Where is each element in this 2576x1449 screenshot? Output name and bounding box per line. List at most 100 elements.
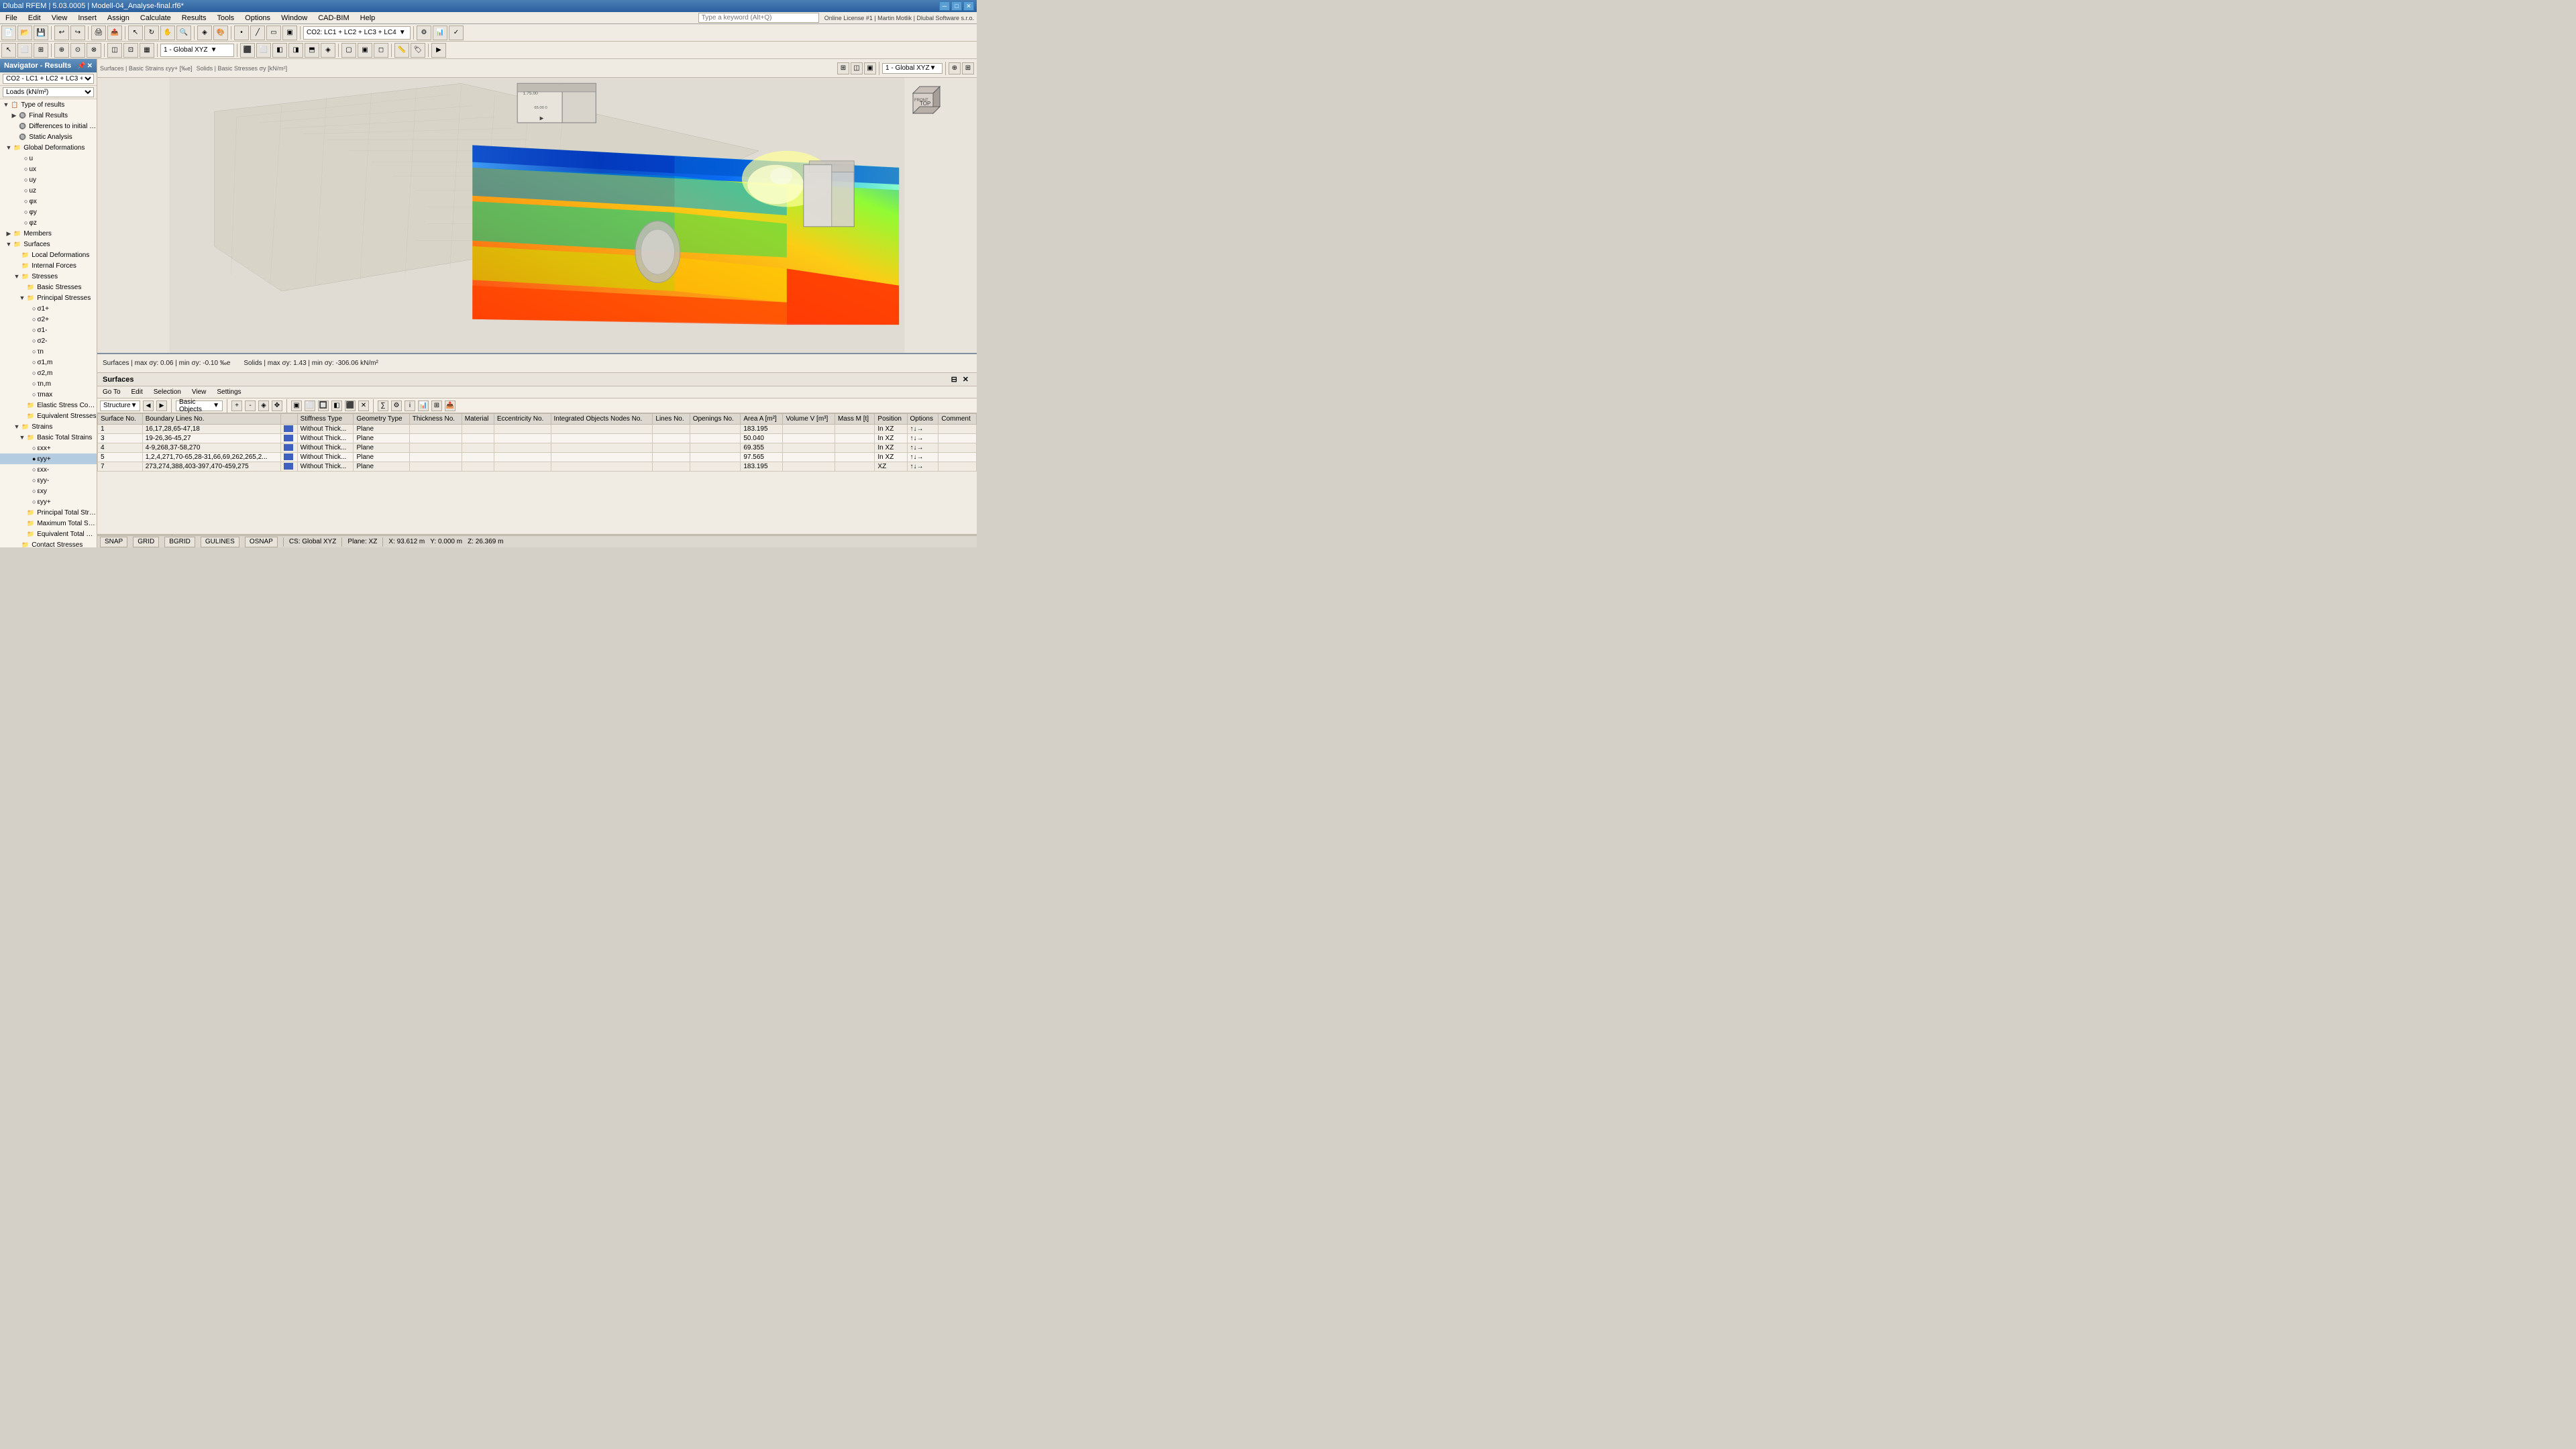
nav-radio-s1mm[interactable]: ○ xyxy=(32,359,36,366)
nav-radio-ux[interactable]: ○ xyxy=(24,166,28,172)
surf-tb-delete[interactable]: - xyxy=(245,400,256,411)
tb-cross-select[interactable]: ⊞ xyxy=(34,43,48,58)
nav-radio-exx-minus[interactable]: ○ xyxy=(32,466,36,473)
surf-tb-copy[interactable]: ◈ xyxy=(258,400,269,411)
surf-tb-export[interactable]: 📤 xyxy=(445,400,455,411)
nav-item-equiv-stresses[interactable]: 📁 Equivalent Stresses xyxy=(0,411,97,421)
maximize-button[interactable]: □ xyxy=(951,1,962,11)
surf-tb-icon6[interactable]: ✕ xyxy=(358,400,369,411)
nav-item-max-total[interactable]: 📁 Maximum Total Strains xyxy=(0,518,97,529)
surf-tb-icon2[interactable]: ⬜ xyxy=(305,400,315,411)
nav-radio-tmax[interactable]: ○ xyxy=(32,391,36,398)
tb-snap3[interactable]: ⊗ xyxy=(87,43,101,58)
surf-menu-view[interactable]: View xyxy=(189,388,209,396)
surf-tb-icon3[interactable]: 🔲 xyxy=(318,400,329,411)
nav-item-principal-total[interactable]: 📁 Principal Total Strains xyxy=(0,507,97,518)
nav-item-eyy-plus2[interactable]: ○ εyy+ xyxy=(0,496,97,507)
nav-item-basic-total-strains[interactable]: ▼ 📁 Basic Total Strains xyxy=(0,432,97,443)
nav-item-principal-stresses[interactable]: ▼ 📁 Principal Stresses xyxy=(0,292,97,303)
surf-tb-info[interactable]: i xyxy=(405,400,415,411)
tb-pan[interactable]: ✋ xyxy=(160,25,175,40)
tb-results[interactable]: 📊 xyxy=(433,25,447,40)
tb-redo[interactable]: ↪ xyxy=(70,25,85,40)
tb-iso[interactable]: ◈ xyxy=(321,43,335,58)
nav-radio-s2m[interactable]: ○ xyxy=(32,337,36,344)
surf-tb-right[interactable]: ▶ xyxy=(156,400,167,411)
nav-item-tn[interactable]: ○ τn xyxy=(0,346,97,357)
tb-check[interactable]: ✓ xyxy=(449,25,464,40)
tb-label[interactable]: 🏷 xyxy=(411,43,425,58)
menu-cadbim[interactable]: CAD-BIM xyxy=(315,14,352,22)
nav-item-surfaces[interactable]: ▼ 📁 Surfaces xyxy=(0,239,97,250)
nav-item-s2m[interactable]: ○ σ2- xyxy=(0,335,97,346)
surf-menu-edit[interactable]: Edit xyxy=(129,388,146,396)
tb-calc[interactable]: ⚙ xyxy=(417,25,431,40)
tb-transp[interactable]: ◻ xyxy=(374,43,388,58)
nav-item-exx-minus[interactable]: ○ εxx- xyxy=(0,464,97,475)
nav-item-exy[interactable]: ○ εxy xyxy=(0,486,97,496)
nav-item-pz[interactable]: ○ φz xyxy=(0,217,97,228)
nav-item-internal-forces[interactable]: 📁 Internal Forces xyxy=(0,260,97,271)
tb-display3[interactable]: ▦ xyxy=(140,43,154,58)
nav-item-elastic-comp[interactable]: 📁 Elastic Stress Components xyxy=(0,400,97,411)
surfaces-table-container[interactable]: Surface No. Boundary Lines No. Stiffness… xyxy=(97,413,977,534)
tb-window-select[interactable]: ⬜ xyxy=(17,43,32,58)
nav-item-uy[interactable]: ○ uy xyxy=(0,174,97,185)
nav-item-final-results[interactable]: ▶ 🔘 Final Results xyxy=(0,110,97,121)
nav-radio-tnm[interactable]: ○ xyxy=(32,380,36,387)
tb-measure[interactable]: 📏 xyxy=(394,43,409,58)
surf-tb-icon1[interactable]: ▣ xyxy=(291,400,302,411)
tb-print[interactable]: 🖨 xyxy=(91,25,106,40)
nav-item-ux[interactable]: ○ ux xyxy=(0,164,97,174)
surf-tb-icon4[interactable]: ◧ xyxy=(331,400,342,411)
surf-tb-table[interactable]: ⊞ xyxy=(431,400,442,411)
viewport-3d[interactable]: Surfaces | Basic Strains εyy+ [‰e] Solid… xyxy=(97,59,977,353)
nav-item-strains[interactable]: ▼ 📁 Strains xyxy=(0,421,97,432)
tb-node[interactable]: • xyxy=(234,25,249,40)
surf-tb-section[interactable]: ∑ xyxy=(378,400,388,411)
surf-menu-selection[interactable]: Selection xyxy=(151,388,184,396)
loadcase-dropdown[interactable]: CO2: LC1 + LC2 + LC3 + LC4 ▼ xyxy=(303,26,411,40)
nav-radio-py[interactable]: ○ xyxy=(24,209,28,215)
nav-pin-icon[interactable]: 📌 xyxy=(77,62,85,70)
view-dropdown[interactable]: 1 - Global XYZ ▼ xyxy=(160,44,234,57)
vp-view-dropdown[interactable]: 1 - Global XYZ▼ xyxy=(882,63,943,74)
nav-item-px[interactable]: ○ φx xyxy=(0,196,97,207)
tb-display1[interactable]: ◫ xyxy=(107,43,122,58)
nav-item-uz[interactable]: ○ uz xyxy=(0,185,97,196)
structure-dropdown[interactable]: Structure ▼ xyxy=(100,400,140,411)
tb-solid2[interactable]: ▣ xyxy=(358,43,372,58)
nav-radio-s2mm[interactable]: ○ xyxy=(32,370,36,376)
nav-item-contact-stresses[interactable]: 📁 Contact Stresses xyxy=(0,539,97,547)
tb-left[interactable]: ◧ xyxy=(272,43,287,58)
nav-radio-pz[interactable]: ○ xyxy=(24,219,28,226)
nav-radio-s1p[interactable]: ○ xyxy=(32,305,36,312)
nav-item-exx-plus[interactable]: ○ εxx+ xyxy=(0,443,97,453)
nav-item-s1m[interactable]: ○ σ1- xyxy=(0,325,97,335)
snap-btn[interactable]: SNAP xyxy=(100,537,127,547)
nav-item-s2p[interactable]: ○ σ2+ xyxy=(0,314,97,325)
nav-item-type-of-results[interactable]: ▼ 📋 Type of results xyxy=(0,99,97,110)
table-row[interactable]: 4 4-9,268,37-58,270 Without Thick... Pla… xyxy=(98,443,977,453)
table-row[interactable]: 5 1,2,4,271,70-65,28-31,66,69,262,265,2.… xyxy=(98,453,977,462)
tb-surface[interactable]: ▭ xyxy=(266,25,281,40)
tb-right[interactable]: ◨ xyxy=(288,43,303,58)
nav-radio-exx-plus[interactable]: ○ xyxy=(32,445,36,451)
nav-radio-exy[interactable]: ○ xyxy=(32,488,36,494)
tb-front[interactable]: ⬛ xyxy=(240,43,255,58)
nav-radio-s1m[interactable]: ○ xyxy=(32,327,36,333)
tb-undo[interactable]: ↩ xyxy=(54,25,69,40)
nav-item-equiv-total[interactable]: 📁 Equivalent Total Strains xyxy=(0,529,97,539)
nav-radio-uy[interactable]: ○ xyxy=(24,176,28,183)
tb-back[interactable]: ⬜ xyxy=(256,43,271,58)
tb-save[interactable]: 💾 xyxy=(34,25,48,40)
gulines-btn[interactable]: GULINES xyxy=(201,537,239,547)
close-button[interactable]: ✕ xyxy=(963,1,974,11)
menu-insert[interactable]: Insert xyxy=(75,14,99,22)
view-cube[interactable]: TOP FRONT xyxy=(903,83,943,123)
osnap-btn[interactable]: OSNAP xyxy=(245,537,278,547)
surf-tb-icon5[interactable]: ⬛ xyxy=(345,400,356,411)
tb-rotate[interactable]: ↻ xyxy=(144,25,159,40)
nav-radio-s2p[interactable]: ○ xyxy=(32,316,36,323)
vp-tb-1[interactable]: ⊞ xyxy=(837,62,849,74)
